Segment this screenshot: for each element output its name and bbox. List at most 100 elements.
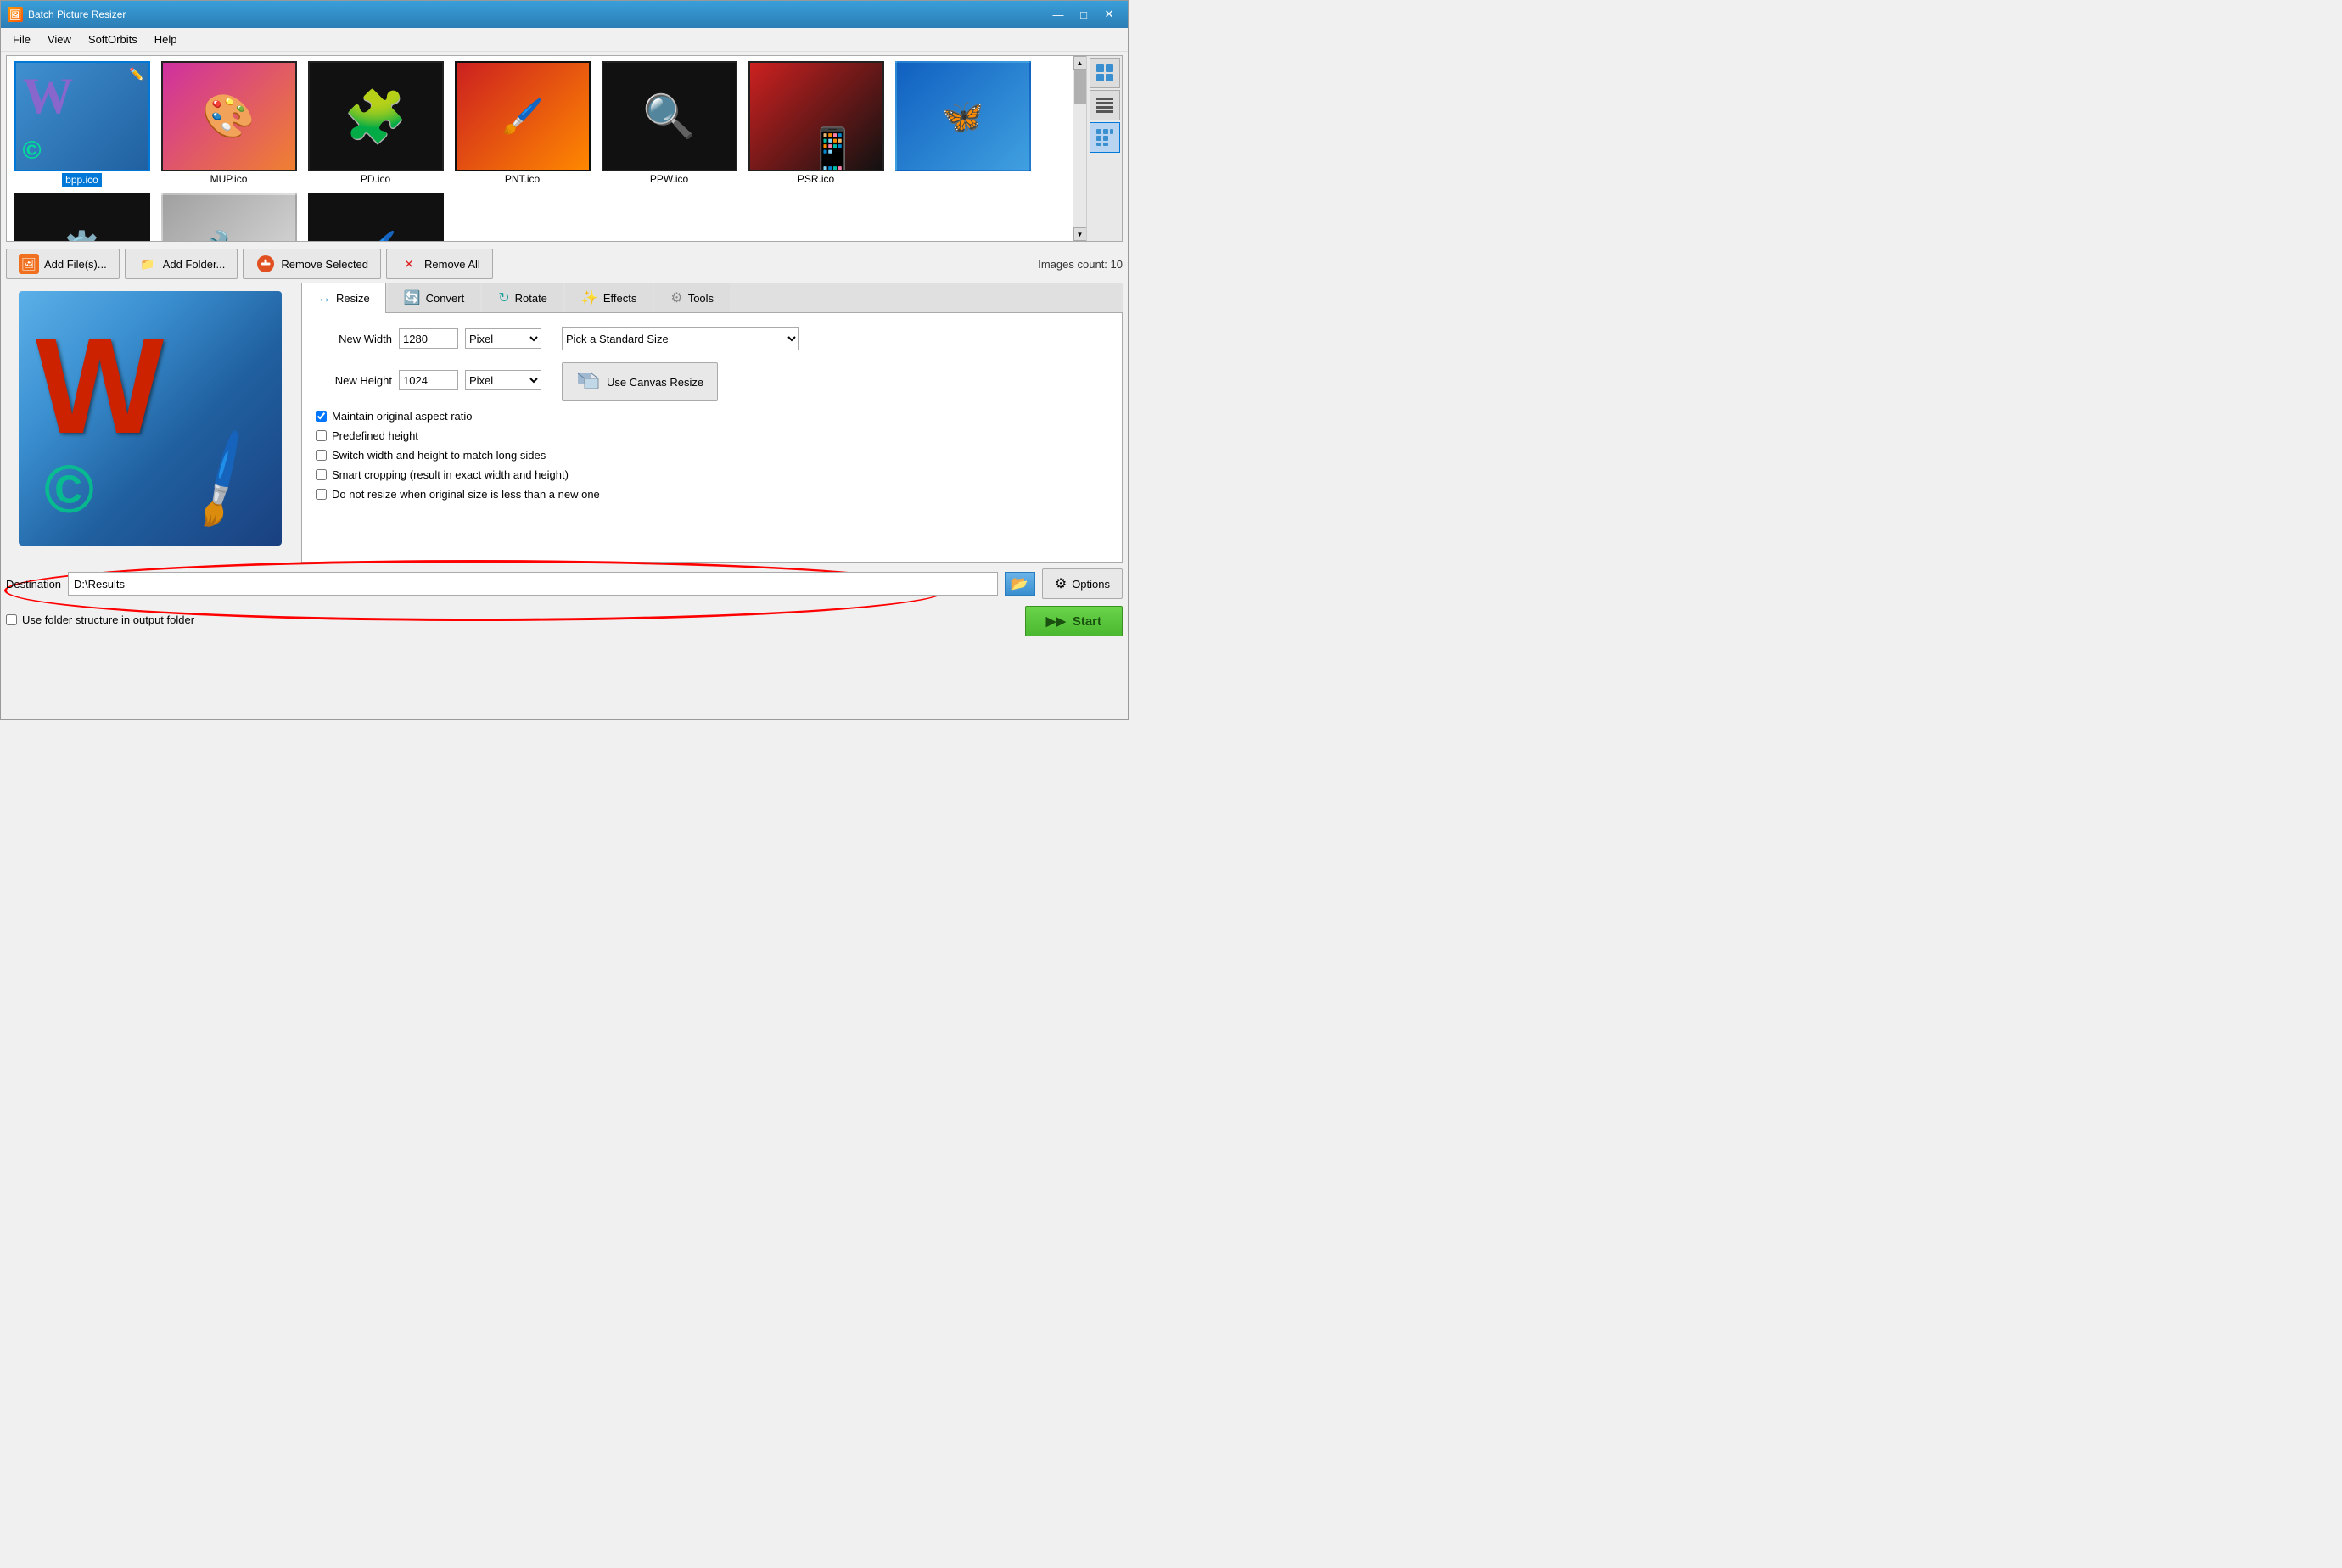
close-button[interactable]: ✕ [1097, 5, 1121, 24]
main-content: W © 🖌️ ↔ Resize 🔄 Convert ↻ Rotate ✨ Eff… [1, 283, 1128, 563]
maximize-button[interactable]: □ [1072, 5, 1095, 24]
tab-effects[interactable]: ✨ Effects [565, 283, 653, 312]
tab-convert[interactable]: 🔄 Convert [388, 283, 480, 312]
gallery-scrollbar[interactable]: ▲ ▼ [1073, 56, 1086, 241]
gallery-item-9[interactable]: 🔧 [159, 193, 299, 241]
app-title: Batch Picture Resizer [28, 8, 1046, 20]
tab-rotate[interactable]: ↻ Rotate [482, 283, 563, 312]
right-panel: ↔ Resize 🔄 Convert ↻ Rotate ✨ Effects ⚙ … [301, 283, 1123, 563]
height-row: New Height Pixel Percent Use Canvas [316, 359, 1108, 401]
gallery-scroll-area[interactable]: W © ✏️ bpp.ico 🎨 MUP.ico 🧩 PD.ico [7, 56, 1073, 241]
gallery-label-bpp: bpp.ico [62, 173, 102, 187]
width-unit-select[interactable]: Pixel Percent [465, 328, 541, 349]
tools-tab-label: Tools [688, 292, 714, 305]
destination-browse-button[interactable]: 📂 [1005, 572, 1035, 596]
minimize-button[interactable]: — [1046, 5, 1070, 24]
menu-softorbits[interactable]: SoftOrbits [80, 30, 146, 49]
predefined-height-checkbox[interactable] [316, 430, 327, 441]
destination-label: Destination [6, 578, 61, 591]
start-button[interactable]: ▶▶ Start [1025, 606, 1123, 636]
width-input[interactable] [399, 328, 458, 349]
smart-cropping-checkbox[interactable] [316, 469, 327, 480]
switch-wh-label: Switch width and height to match long si… [332, 449, 546, 462]
maintain-aspect-label: Maintain original aspect ratio [332, 410, 472, 423]
scroll-down-btn[interactable]: ▼ [1073, 227, 1087, 241]
preview-w-letter: W [36, 308, 164, 464]
view-list-btn[interactable] [1090, 90, 1120, 120]
remove-selected-button[interactable]: Remove Selected [243, 249, 381, 279]
new-width-label: New Width [316, 333, 392, 345]
gallery-item-bpp[interactable]: W © ✏️ bpp.ico [12, 61, 152, 187]
menu-help[interactable]: Help [146, 30, 186, 49]
scroll-up-btn[interactable]: ▲ [1073, 56, 1087, 70]
add-folder-button[interactable]: 📁 Add Folder... [125, 249, 238, 279]
gallery-view-tools [1086, 56, 1122, 241]
tab-tools[interactable]: ⚙ Tools [654, 283, 730, 312]
start-icon: ▶▶ [1046, 613, 1066, 629]
menu-bar: File View SoftOrbits Help [1, 28, 1128, 52]
smart-cropping-label: Smart cropping (result in exact width an… [332, 468, 569, 481]
tab-resize[interactable]: ↔ Resize [301, 283, 386, 313]
no-resize-label: Do not resize when original size is less… [332, 488, 600, 501]
gallery-label-pd: PD.ico [361, 173, 390, 185]
gallery-item-8[interactable]: ⚙️ [12, 193, 152, 241]
gallery-item-10[interactable]: 🖌️ [305, 193, 445, 241]
resize-tab-icon: ↔ [317, 291, 331, 306]
options-button[interactable]: ⚙ Options [1042, 568, 1123, 599]
gallery-item-mup[interactable]: 🎨 MUP.ico [159, 61, 299, 187]
maintain-aspect-checkbox[interactable] [316, 411, 327, 422]
resize-tab-label: Resize [336, 292, 370, 305]
menu-view[interactable]: View [39, 30, 80, 49]
effects-tab-label: Effects [603, 292, 637, 305]
view-thumbnails-large-btn[interactable] [1090, 58, 1120, 88]
menu-file[interactable]: File [4, 30, 39, 49]
scroll-track[interactable] [1073, 70, 1086, 227]
destination-row: Destination 📂 ⚙ Options [6, 568, 1123, 599]
predefined-height-label: Predefined height [332, 429, 418, 442]
options-label: Options [1072, 578, 1110, 591]
start-label: Start [1073, 614, 1101, 629]
remove-all-button[interactable]: ✕ Remove All [386, 249, 493, 279]
gallery-item-pnt[interactable]: 🖌️ PNT.ico [452, 61, 592, 187]
remove-all-label: Remove All [424, 258, 480, 271]
height-input[interactable] [399, 370, 458, 390]
images-count: Images count: 10 [1038, 258, 1123, 271]
add-files-icon: 🖼 [19, 254, 39, 274]
convert-tab-label: Convert [426, 292, 465, 305]
preview-brush: 🖌️ [166, 424, 279, 535]
standard-size-select[interactable]: Pick a Standard Size [562, 327, 799, 350]
rotate-tab-icon: ↻ [498, 289, 509, 306]
add-files-button[interactable]: 🖼 Add File(s)... [6, 249, 120, 279]
folder-structure-checkbox[interactable] [6, 614, 17, 625]
new-height-label: New Height [316, 374, 392, 387]
canvas-resize-container: Use Canvas Resize [562, 359, 718, 401]
gallery-item-ppw[interactable]: 🔍 PPW.ico [599, 61, 739, 187]
gallery-item-7[interactable]: 🦋 [893, 61, 1033, 187]
canvas-resize-button[interactable]: Use Canvas Resize [562, 362, 718, 401]
predefined-height-row: Predefined height [316, 429, 1108, 442]
gallery-label-ppw: PPW.ico [650, 173, 688, 185]
gallery-label-pnt: PNT.ico [505, 173, 540, 185]
image-gallery: W © ✏️ bpp.ico 🎨 MUP.ico 🧩 PD.ico [6, 55, 1123, 242]
height-unit-select[interactable]: Pixel Percent [465, 370, 541, 390]
no-resize-checkbox[interactable] [316, 489, 327, 500]
switch-wh-row: Switch width and height to match long si… [316, 449, 1108, 462]
destination-input[interactable] [68, 572, 998, 596]
maintain-aspect-row: Maintain original aspect ratio [316, 410, 1108, 423]
window-controls: — □ ✕ [1046, 5, 1121, 24]
folder-structure-row: Use folder structure in output folder [6, 613, 194, 626]
gallery-item-psr[interactable]: 📱 PSR.ico [746, 61, 886, 187]
smart-cropping-row: Smart cropping (result in exact width an… [316, 468, 1108, 481]
rotate-tab-label: Rotate [515, 292, 547, 305]
width-row: New Width Pixel Percent Pick a Standard … [316, 327, 1108, 350]
action-toolbar: 🖼 Add File(s)... 📁 Add Folder... Remove … [1, 245, 1128, 283]
convert-tab-icon: 🔄 [404, 289, 421, 306]
gallery-item-pd[interactable]: 🧩 PD.ico [305, 61, 445, 187]
switch-wh-checkbox[interactable] [316, 450, 327, 461]
options-icon: ⚙ [1055, 575, 1067, 592]
bottom-row2: Use folder structure in output folder ▶▶… [6, 602, 1123, 636]
scroll-thumb[interactable] [1074, 70, 1086, 104]
view-thumbnails-btn[interactable] [1090, 122, 1120, 153]
canvas-resize-label: Use Canvas Resize [607, 376, 703, 389]
remove-selected-label: Remove Selected [281, 258, 368, 271]
